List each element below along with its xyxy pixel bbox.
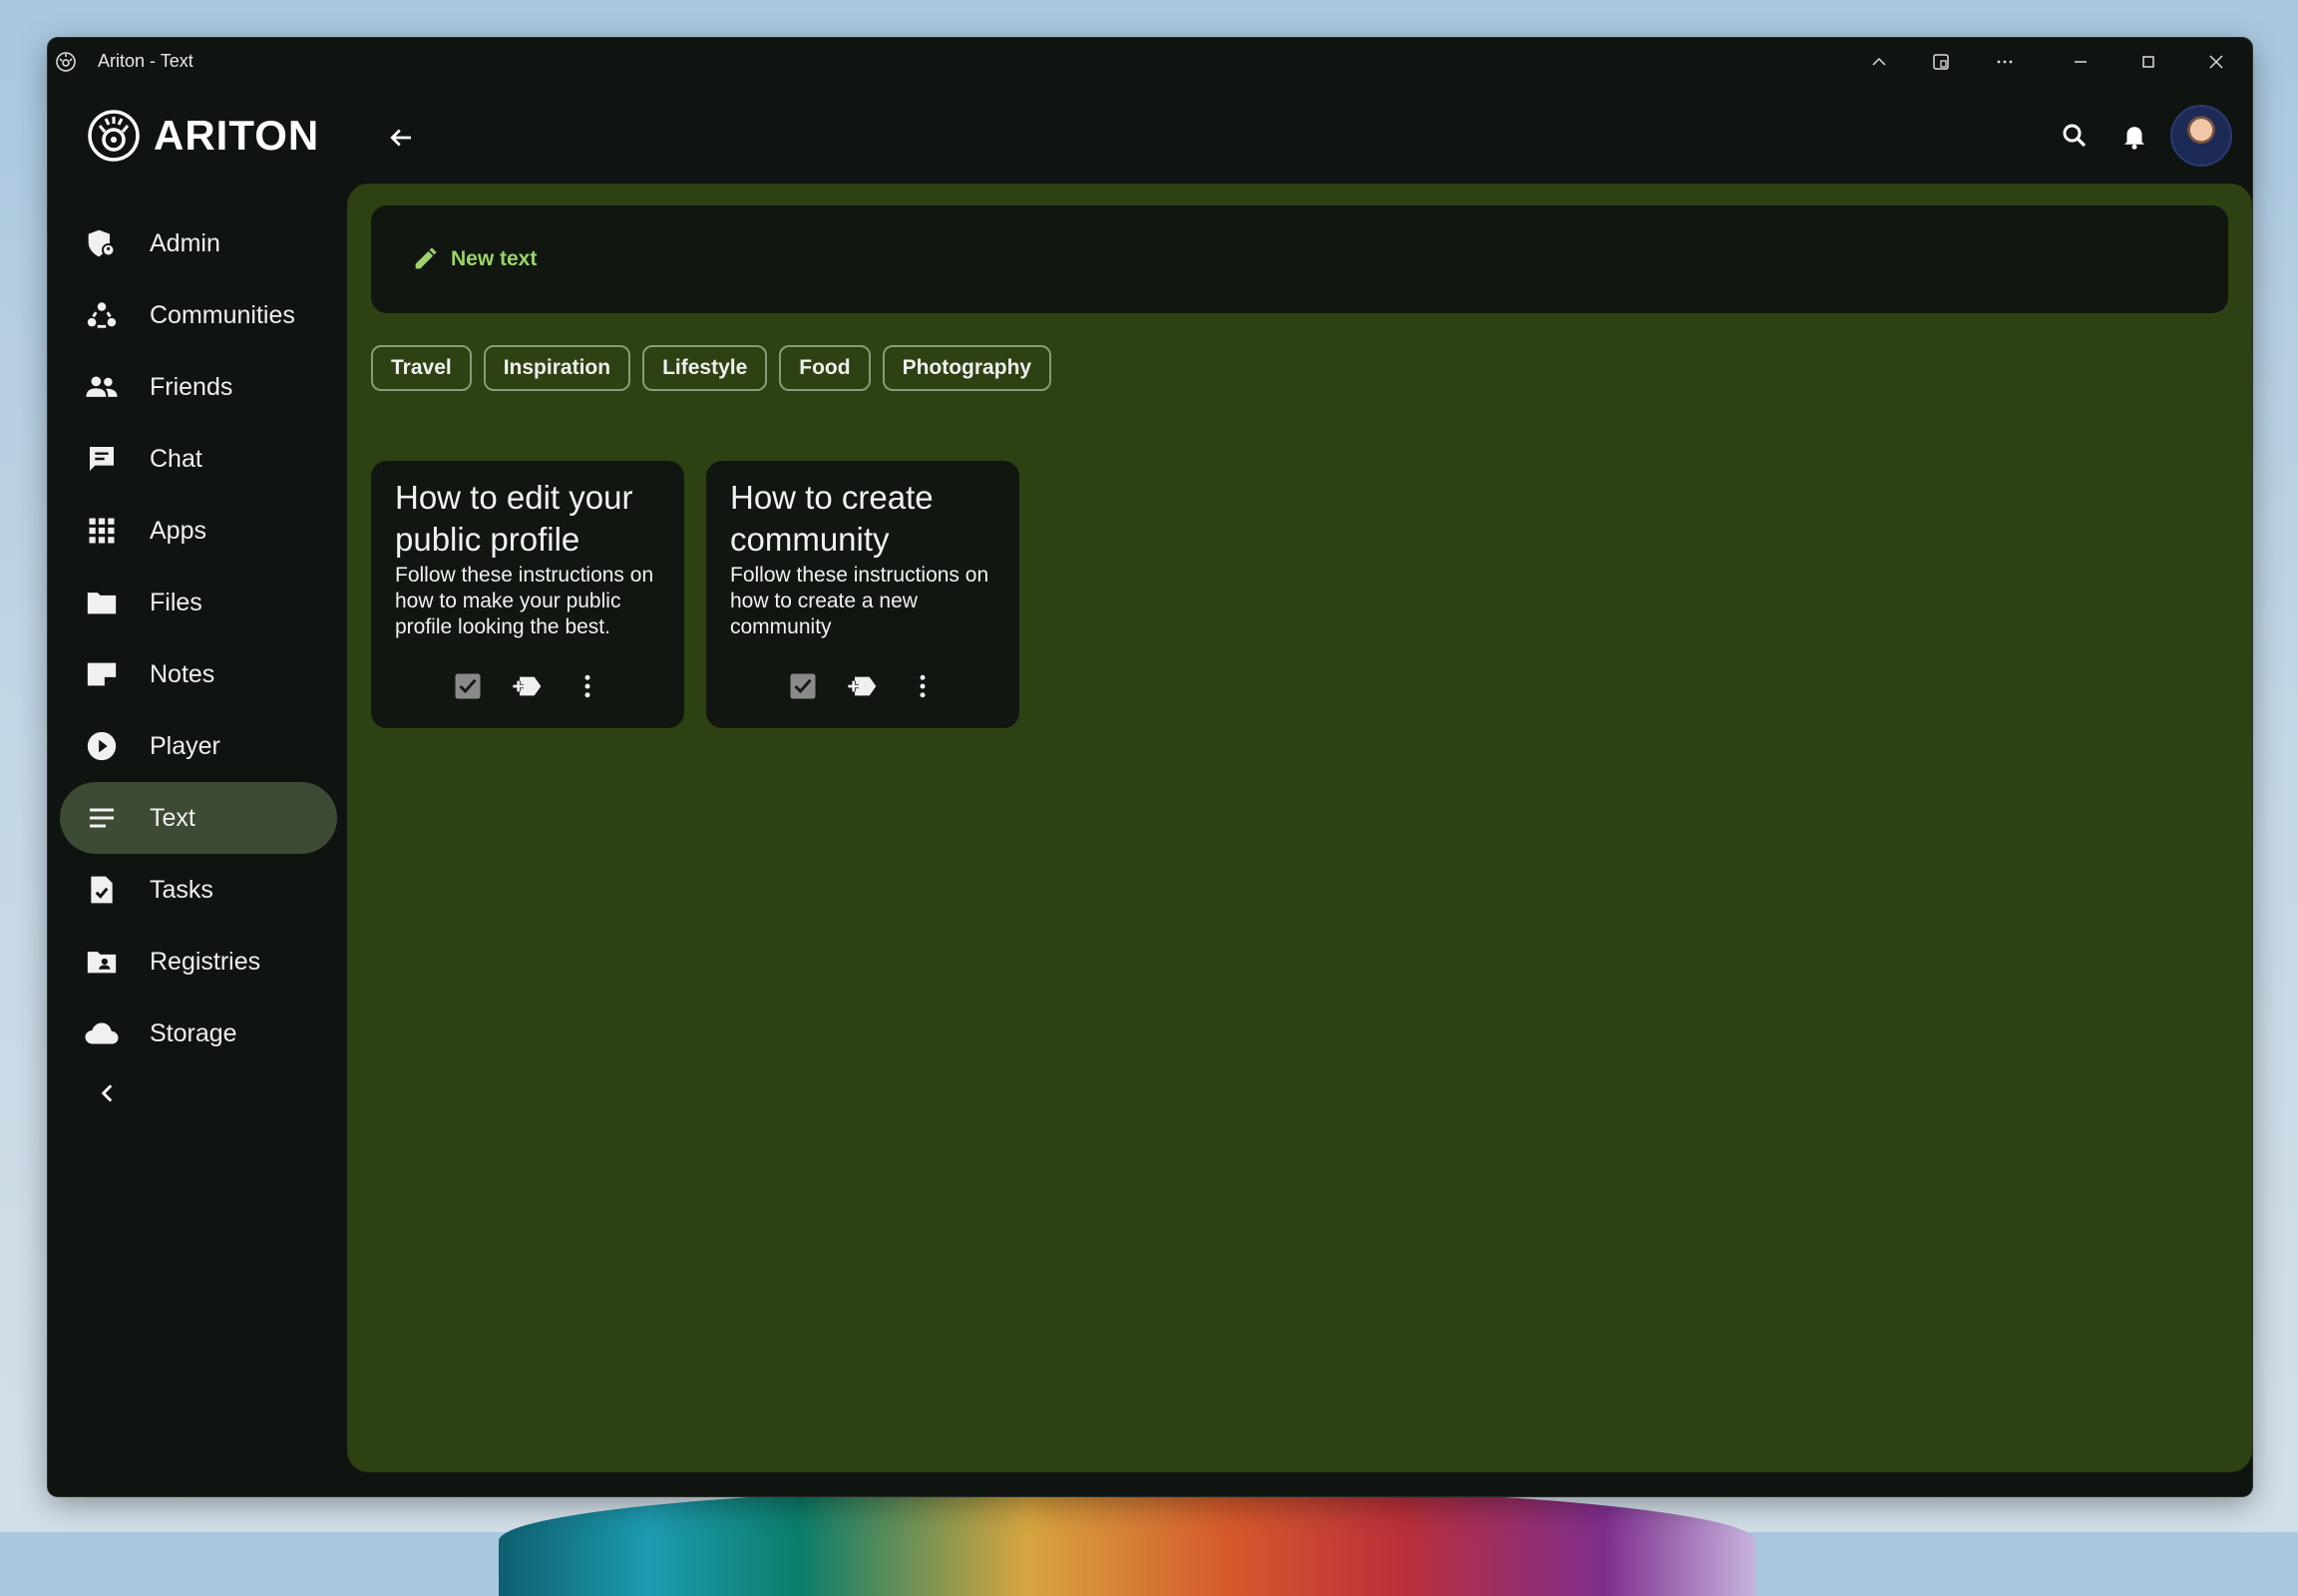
new-text-button[interactable]: New text xyxy=(371,205,2228,313)
maximize-icon xyxy=(2142,56,2154,68)
collapse-sidebar-button[interactable] xyxy=(88,1073,128,1113)
sidebar-item-label: Communities xyxy=(150,300,295,329)
minimize-button[interactable] xyxy=(2047,38,2114,86)
wallpaper xyxy=(499,1486,1755,1596)
card-actions xyxy=(706,668,1019,704)
communities-icon xyxy=(84,297,120,333)
apps-icon xyxy=(84,513,120,549)
checkbox-checked-icon xyxy=(455,673,481,699)
sidebar-item-label: Notes xyxy=(150,659,215,688)
sidebar-item-label: Chat xyxy=(150,444,202,473)
close-button[interactable] xyxy=(2182,38,2250,86)
tag-filter-list: Travel Inspiration Lifestyle Food Photog… xyxy=(371,345,1063,391)
tag-chip[interactable]: Travel xyxy=(371,345,472,391)
back-button[interactable] xyxy=(381,118,421,158)
cast-icon xyxy=(1933,54,1949,70)
brand-name: ARITON xyxy=(154,112,320,159)
more-vertical-button[interactable] xyxy=(570,668,605,704)
select-checkbox[interactable] xyxy=(450,668,486,704)
app-window: Ariton - Text ARITON Admin Communities F… xyxy=(48,38,2252,1496)
sidebar-item-communities[interactable]: Communities xyxy=(48,279,347,351)
cloud-icon xyxy=(84,1015,120,1051)
minimize-icon xyxy=(2075,61,2087,63)
sidebar-item-label: Registries xyxy=(150,947,261,976)
tag-chip[interactable]: Photography xyxy=(882,345,1052,391)
sidebar-item-label: Admin xyxy=(150,228,220,257)
sidebar-item-label: Apps xyxy=(150,516,206,545)
card-description: Follow these instructions on how to make… xyxy=(395,564,654,638)
add-tag-button[interactable] xyxy=(845,668,881,704)
search-button[interactable] xyxy=(2055,116,2095,156)
sidebar-item-label: Files xyxy=(150,588,202,616)
card-title: How to edit your public profile xyxy=(395,479,633,558)
sidebar-item-label: Friends xyxy=(150,372,233,401)
sidebar-item-text[interactable]: Text xyxy=(60,782,337,854)
tag-chip[interactable]: Inspiration xyxy=(483,345,631,391)
sidebar-item-files[interactable]: Files xyxy=(48,567,347,638)
sidebar-item-registries[interactable]: Registries xyxy=(48,926,347,998)
sidebar-item-notes[interactable]: Notes xyxy=(48,638,347,710)
sidebar-item-admin[interactable]: Admin xyxy=(48,207,347,279)
chevron-up-icon xyxy=(1872,57,1886,66)
tag-plus-icon xyxy=(848,676,877,696)
maximize-button[interactable] xyxy=(2114,38,2182,86)
more-vertical-button[interactable] xyxy=(905,668,941,704)
sidebar-item-apps[interactable]: Apps xyxy=(48,495,347,567)
sidebar-item-label: Tasks xyxy=(150,875,213,904)
sidebar-item-label: Text xyxy=(150,803,195,832)
main-content: New text Travel Inspiration Lifestyle Fo… xyxy=(347,184,2252,1472)
cast-button[interactable] xyxy=(1907,38,1975,86)
title-bar: Ariton - Text xyxy=(48,38,2252,86)
sidebar-item-label: Storage xyxy=(150,1018,237,1047)
card-actions xyxy=(371,668,684,704)
card-description: Follow these instructions on how to crea… xyxy=(730,564,989,638)
task-icon xyxy=(84,872,120,908)
more-vertical-icon xyxy=(584,674,590,698)
sidebar-item-chat[interactable]: Chat xyxy=(48,423,347,495)
note-icon xyxy=(84,656,120,692)
more-horizontal-icon xyxy=(1997,60,2013,64)
text-card-list: How to edit your public profile Follow t… xyxy=(371,461,1041,728)
bell-icon xyxy=(2124,127,2144,150)
app-logo-icon xyxy=(56,52,76,72)
window-title: Ariton - Text xyxy=(98,51,193,71)
more-options-button[interactable] xyxy=(1971,38,2039,86)
chevron-left-icon xyxy=(101,1084,113,1102)
sidebar-item-tasks[interactable]: Tasks xyxy=(48,854,347,926)
tag-chip[interactable]: Food xyxy=(779,345,871,391)
tag-plus-icon xyxy=(513,676,542,696)
more-vertical-icon xyxy=(920,674,926,698)
select-checkbox[interactable] xyxy=(785,668,821,704)
checkbox-checked-icon xyxy=(790,673,816,699)
notifications-button[interactable] xyxy=(2114,116,2154,156)
text-card[interactable]: How to edit your public profile Follow t… xyxy=(371,461,684,728)
play-icon xyxy=(84,728,120,764)
folder-icon xyxy=(84,585,120,620)
friends-icon xyxy=(84,369,120,405)
sidebar-item-friends[interactable]: Friends xyxy=(48,351,347,423)
text-lines-icon xyxy=(84,800,120,836)
pencil-icon xyxy=(415,247,437,269)
header-actions xyxy=(2035,104,2232,168)
collapse-up-button[interactable] xyxy=(1845,38,1913,86)
admin-icon xyxy=(84,225,120,261)
card-title: How to create community xyxy=(730,479,934,558)
brand-logo[interactable]: ARITON xyxy=(86,106,319,166)
new-text-label: New text xyxy=(451,247,538,270)
tag-chip[interactable]: Lifestyle xyxy=(642,345,768,391)
sidebar-item-label: Player xyxy=(150,731,220,760)
registry-icon xyxy=(84,944,120,980)
add-tag-button[interactable] xyxy=(510,668,546,704)
sidebar-item-player[interactable]: Player xyxy=(48,710,347,782)
chat-icon xyxy=(84,441,120,477)
user-avatar[interactable] xyxy=(2170,105,2232,167)
search-icon xyxy=(2063,124,2087,148)
text-card[interactable]: How to create community Follow these ins… xyxy=(706,461,1019,728)
close-icon xyxy=(2209,55,2223,69)
sidebar-item-storage[interactable]: Storage xyxy=(48,998,347,1069)
sidebar: Admin Communities Friends Chat Apps File… xyxy=(48,207,347,1069)
arrow-left-icon xyxy=(390,129,411,147)
ariton-logo-icon xyxy=(88,110,140,162)
